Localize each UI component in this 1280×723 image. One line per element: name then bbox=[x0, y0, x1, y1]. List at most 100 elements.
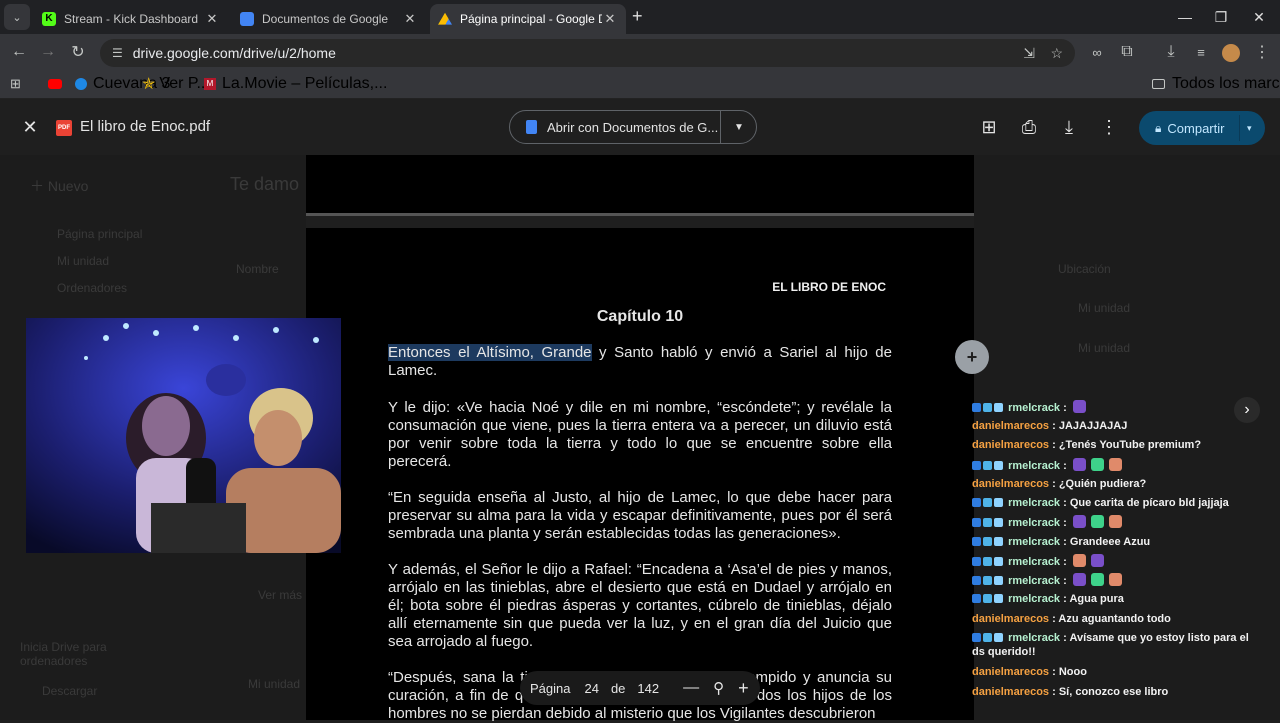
chat-username[interactable]: rmelcrack bbox=[1008, 402, 1060, 414]
emote-icon bbox=[1090, 458, 1104, 471]
tab-kick-dashboard[interactable]: K Stream - Kick Dashboard ✕ bbox=[34, 4, 228, 34]
user-badge-icon bbox=[983, 557, 992, 566]
downloads-icon[interactable]: ⤓ bbox=[1157, 38, 1185, 66]
user-badge-icon bbox=[983, 576, 992, 585]
emote-icon bbox=[1072, 515, 1086, 528]
share-button[interactable]: 🔒︎ Compartir ▾ bbox=[1139, 111, 1265, 145]
tab-title: Documentos de Google bbox=[262, 12, 389, 26]
chat-username[interactable]: rmelcrack bbox=[1008, 556, 1060, 568]
folder-icon bbox=[1152, 79, 1165, 89]
lamovie-icon: M bbox=[204, 78, 216, 90]
chapter-title: Capítulo 10 bbox=[596, 308, 684, 325]
tab-title: Stream - Kick Dashboard bbox=[64, 12, 199, 26]
page-current-input[interactable]: 24 bbox=[584, 681, 598, 696]
zoom-icon[interactable]: ⚲ bbox=[713, 679, 724, 697]
chevron-down-icon[interactable]: ▼ bbox=[734, 122, 744, 133]
user-badge-icon bbox=[972, 557, 981, 566]
user-badge-icon bbox=[972, 537, 981, 546]
extensions-icon[interactable]: ⧉ bbox=[1113, 38, 1141, 66]
new-tab-button[interactable]: + bbox=[632, 6, 650, 27]
docs-icon bbox=[526, 120, 537, 134]
chat-message: danielmarecos : Nooo bbox=[972, 666, 1087, 678]
user-badge-icon bbox=[972, 403, 981, 412]
user-badge-icon bbox=[983, 633, 992, 642]
chat-username[interactable]: rmelcrack bbox=[1008, 593, 1060, 605]
drive-icon bbox=[438, 12, 452, 25]
chat-text: Que carita de pícaro bld jajjaja bbox=[1066, 497, 1229, 509]
chat-username[interactable]: rmelcrack bbox=[1008, 460, 1060, 472]
youtube-icon bbox=[48, 79, 62, 89]
bookmark-lamovie[interactable]: M La.Movie – Películas,... bbox=[204, 75, 387, 93]
browser-menu-icon[interactable]: ⋮ bbox=[1248, 38, 1276, 66]
download-icon[interactable]: ⤓ bbox=[1055, 113, 1083, 141]
chat-username[interactable]: danielmarecos bbox=[972, 686, 1049, 698]
emote-icon bbox=[1108, 573, 1122, 586]
bookmark-ver[interactable]: ✯ Ver P... bbox=[142, 75, 210, 93]
emote-icon bbox=[1072, 573, 1086, 586]
chat-text: Grandeee Azuu bbox=[1066, 536, 1151, 548]
chat-username[interactable]: danielmarecos bbox=[972, 666, 1049, 678]
chat-text: Agua pura bbox=[1066, 593, 1124, 605]
forward-icon[interactable]: → bbox=[34, 38, 62, 66]
chat-username[interactable]: danielmarecos bbox=[972, 439, 1049, 451]
zoom-in-icon[interactable]: + bbox=[738, 678, 749, 699]
chat-message: danielmarecos : JAJAJJAJAJ bbox=[972, 420, 1128, 432]
user-badge-icon bbox=[983, 518, 992, 527]
chat-message: danielmarecos : Sí, conozco ese libro bbox=[972, 686, 1169, 698]
paragraph-1[interactable]: Entonces el Altísimo, Grande y Santo hab… bbox=[388, 344, 892, 380]
chat-username[interactable]: danielmarecos bbox=[972, 613, 1049, 625]
close-window-icon[interactable]: ✕ bbox=[1236, 0, 1280, 34]
address-bar[interactable]: ☰ drive.google.com/drive/u/2/home ⇲ ☆ bbox=[100, 39, 1075, 67]
tab-google-docs[interactable]: Documentos de Google ✕ bbox=[232, 4, 426, 34]
chat-username[interactable]: rmelcrack bbox=[1008, 497, 1060, 509]
tab-search-icon[interactable]: ⌄ bbox=[4, 4, 30, 30]
chat-message: rmelcrack : bbox=[972, 573, 1262, 588]
profile-avatar[interactable] bbox=[1222, 44, 1240, 62]
chat-username[interactable]: danielmarecos bbox=[972, 478, 1049, 490]
close-tab-icon[interactable]: ✕ bbox=[602, 11, 618, 27]
add-note-button[interactable]: + bbox=[955, 340, 989, 374]
emote-icon bbox=[1090, 573, 1104, 586]
tab-title: Página principal - Google Drive bbox=[460, 12, 602, 26]
close-viewer-icon[interactable]: ✕ bbox=[16, 113, 44, 141]
ghost-new-button: ＋ Nuevo bbox=[30, 178, 89, 194]
print-icon[interactable]: ⎙ bbox=[1015, 113, 1043, 141]
kick-icon: K bbox=[42, 12, 56, 26]
media-controls-icon[interactable]: ≡ bbox=[1187, 38, 1215, 66]
lock-icon: 🔒︎ bbox=[1155, 120, 1162, 135]
back-icon[interactable]: ← bbox=[5, 38, 33, 66]
tab-google-drive[interactable]: Página principal - Google Drive ✕ bbox=[430, 4, 626, 34]
user-badge-icon bbox=[972, 461, 981, 470]
ghost-ver-mas: Ver más bbox=[258, 588, 303, 602]
close-tab-icon[interactable]: ✕ bbox=[204, 11, 220, 27]
reload-icon[interactable]: ↻ bbox=[64, 38, 92, 66]
more-actions-icon[interactable]: ⋮ bbox=[1095, 113, 1123, 141]
bookmark-youtube[interactable] bbox=[48, 75, 62, 93]
chat-username[interactable]: rmelcrack bbox=[1008, 517, 1060, 529]
selected-text[interactable]: Entonces el Altísimo, Grande bbox=[388, 344, 592, 361]
open-with-docs-button[interactable]: Abrir con Documentos de G... ▼ bbox=[509, 110, 757, 144]
user-badge-icon bbox=[994, 461, 1003, 470]
chat-username[interactable]: danielmarecos bbox=[972, 420, 1049, 432]
all-bookmarks[interactable]: Todos los marcadores bbox=[1152, 75, 1280, 93]
close-tab-icon[interactable]: ✕ bbox=[402, 11, 418, 27]
page-label: Página bbox=[530, 680, 571, 696]
share-dropdown-icon[interactable]: ▾ bbox=[1247, 123, 1252, 134]
apps-grid-icon[interactable]: ⊞ bbox=[10, 76, 21, 92]
bookmark-star-icon[interactable]: ☆ bbox=[1050, 45, 1063, 62]
zoom-out-icon[interactable]: — bbox=[683, 679, 699, 697]
paragraph-3[interactable]: “En seguida enseña al Justo, al hijo de … bbox=[388, 489, 892, 543]
chat-username[interactable]: rmelcrack bbox=[1008, 632, 1060, 644]
chat-username[interactable]: rmelcrack bbox=[1008, 536, 1060, 548]
user-badge-icon bbox=[972, 576, 981, 585]
add-comment-icon[interactable]: ⊞ bbox=[975, 113, 1003, 141]
chat-username[interactable]: rmelcrack bbox=[1008, 575, 1060, 587]
url-text: drive.google.com/drive/u/2/home bbox=[132, 45, 336, 61]
user-badge-icon bbox=[994, 498, 1003, 507]
site-info-icon[interactable]: ☰ bbox=[112, 46, 123, 60]
install-app-icon[interactable]: ⇲ bbox=[1023, 45, 1035, 62]
chat-message: danielmarecos : Azu aguantando todo bbox=[972, 613, 1171, 625]
paragraph-2[interactable]: Y le dijo: «Ve hacia Noé y dile en mi no… bbox=[388, 399, 892, 471]
paragraph-4[interactable]: Y además, el Señor le dijo a Rafael: “En… bbox=[388, 561, 892, 651]
extension-glasses-icon[interactable]: ∞ bbox=[1083, 38, 1111, 66]
